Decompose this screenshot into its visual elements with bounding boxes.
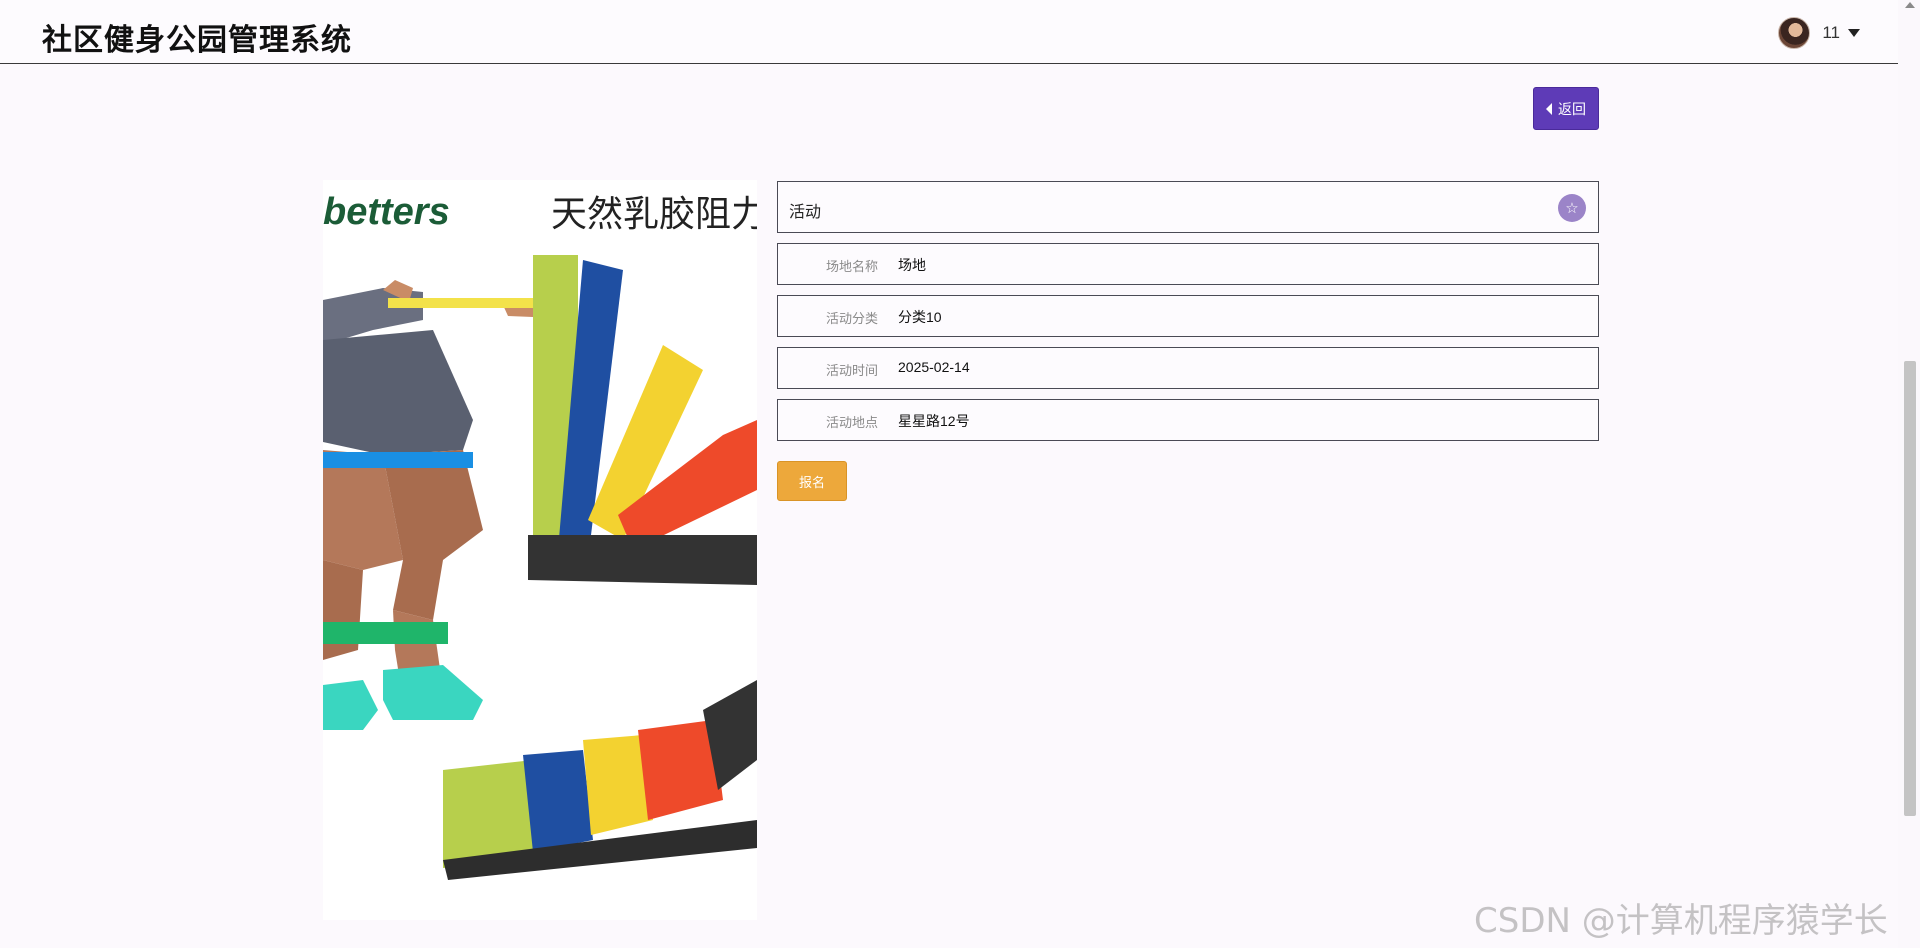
caret-left-icon [1546,102,1552,115]
activity-title-row: 活动 ☆ [777,181,1599,233]
field-value: 分类10 [898,309,942,325]
field-activity-time: 活动时间 2025-02-14 [777,347,1599,389]
page-scrollbar[interactable] [1898,0,1920,948]
brand-text: betters [323,191,450,233]
field-value: 场地 [898,257,926,273]
headline-text: 天然乳胶阻力 [551,194,757,235]
scroll-up-arrow-icon[interactable] [1905,2,1915,8]
caret-down-icon[interactable] [1848,29,1860,37]
activity-image: betters 天然乳胶阻力 [323,180,757,920]
field-label: 活动时间 [825,363,878,378]
resistance-bands-photo: betters 天然乳胶阻力 [323,180,757,920]
field-label: 场地名称 [825,259,878,274]
scrollbar-thumb[interactable] [1904,361,1916,816]
field-activity-category: 活动分类 分类10 [777,295,1599,337]
field-activity-location: 活动地点 星星路12号 [777,399,1599,441]
user-avatar[interactable] [1778,17,1811,49]
activity-title: 活动 [789,204,822,221]
field-value: 2025-02-14 [898,359,970,375]
field-label: 活动地点 [825,415,878,430]
back-button[interactable]: 返回 [1533,87,1599,130]
username[interactable]: 11 [1822,23,1840,43]
star-icon: ☆ [1565,200,1579,217]
top-header: 社区健身公园管理系统 11 [0,0,1898,64]
field-value: 星星路12号 [898,413,970,429]
signup-button[interactable]: 报名 [777,461,847,501]
favorite-button[interactable]: ☆ [1558,194,1586,222]
back-button-label: 返回 [1558,100,1586,117]
field-venue-name: 场地名称 场地 [777,243,1599,285]
app-title: 社区健身公园管理系统 [42,24,352,57]
field-label: 活动分类 [825,311,878,326]
user-menu[interactable]: 11 [1778,16,1860,50]
watermark: CSDN @计算机程序猿学长 [1474,901,1888,941]
